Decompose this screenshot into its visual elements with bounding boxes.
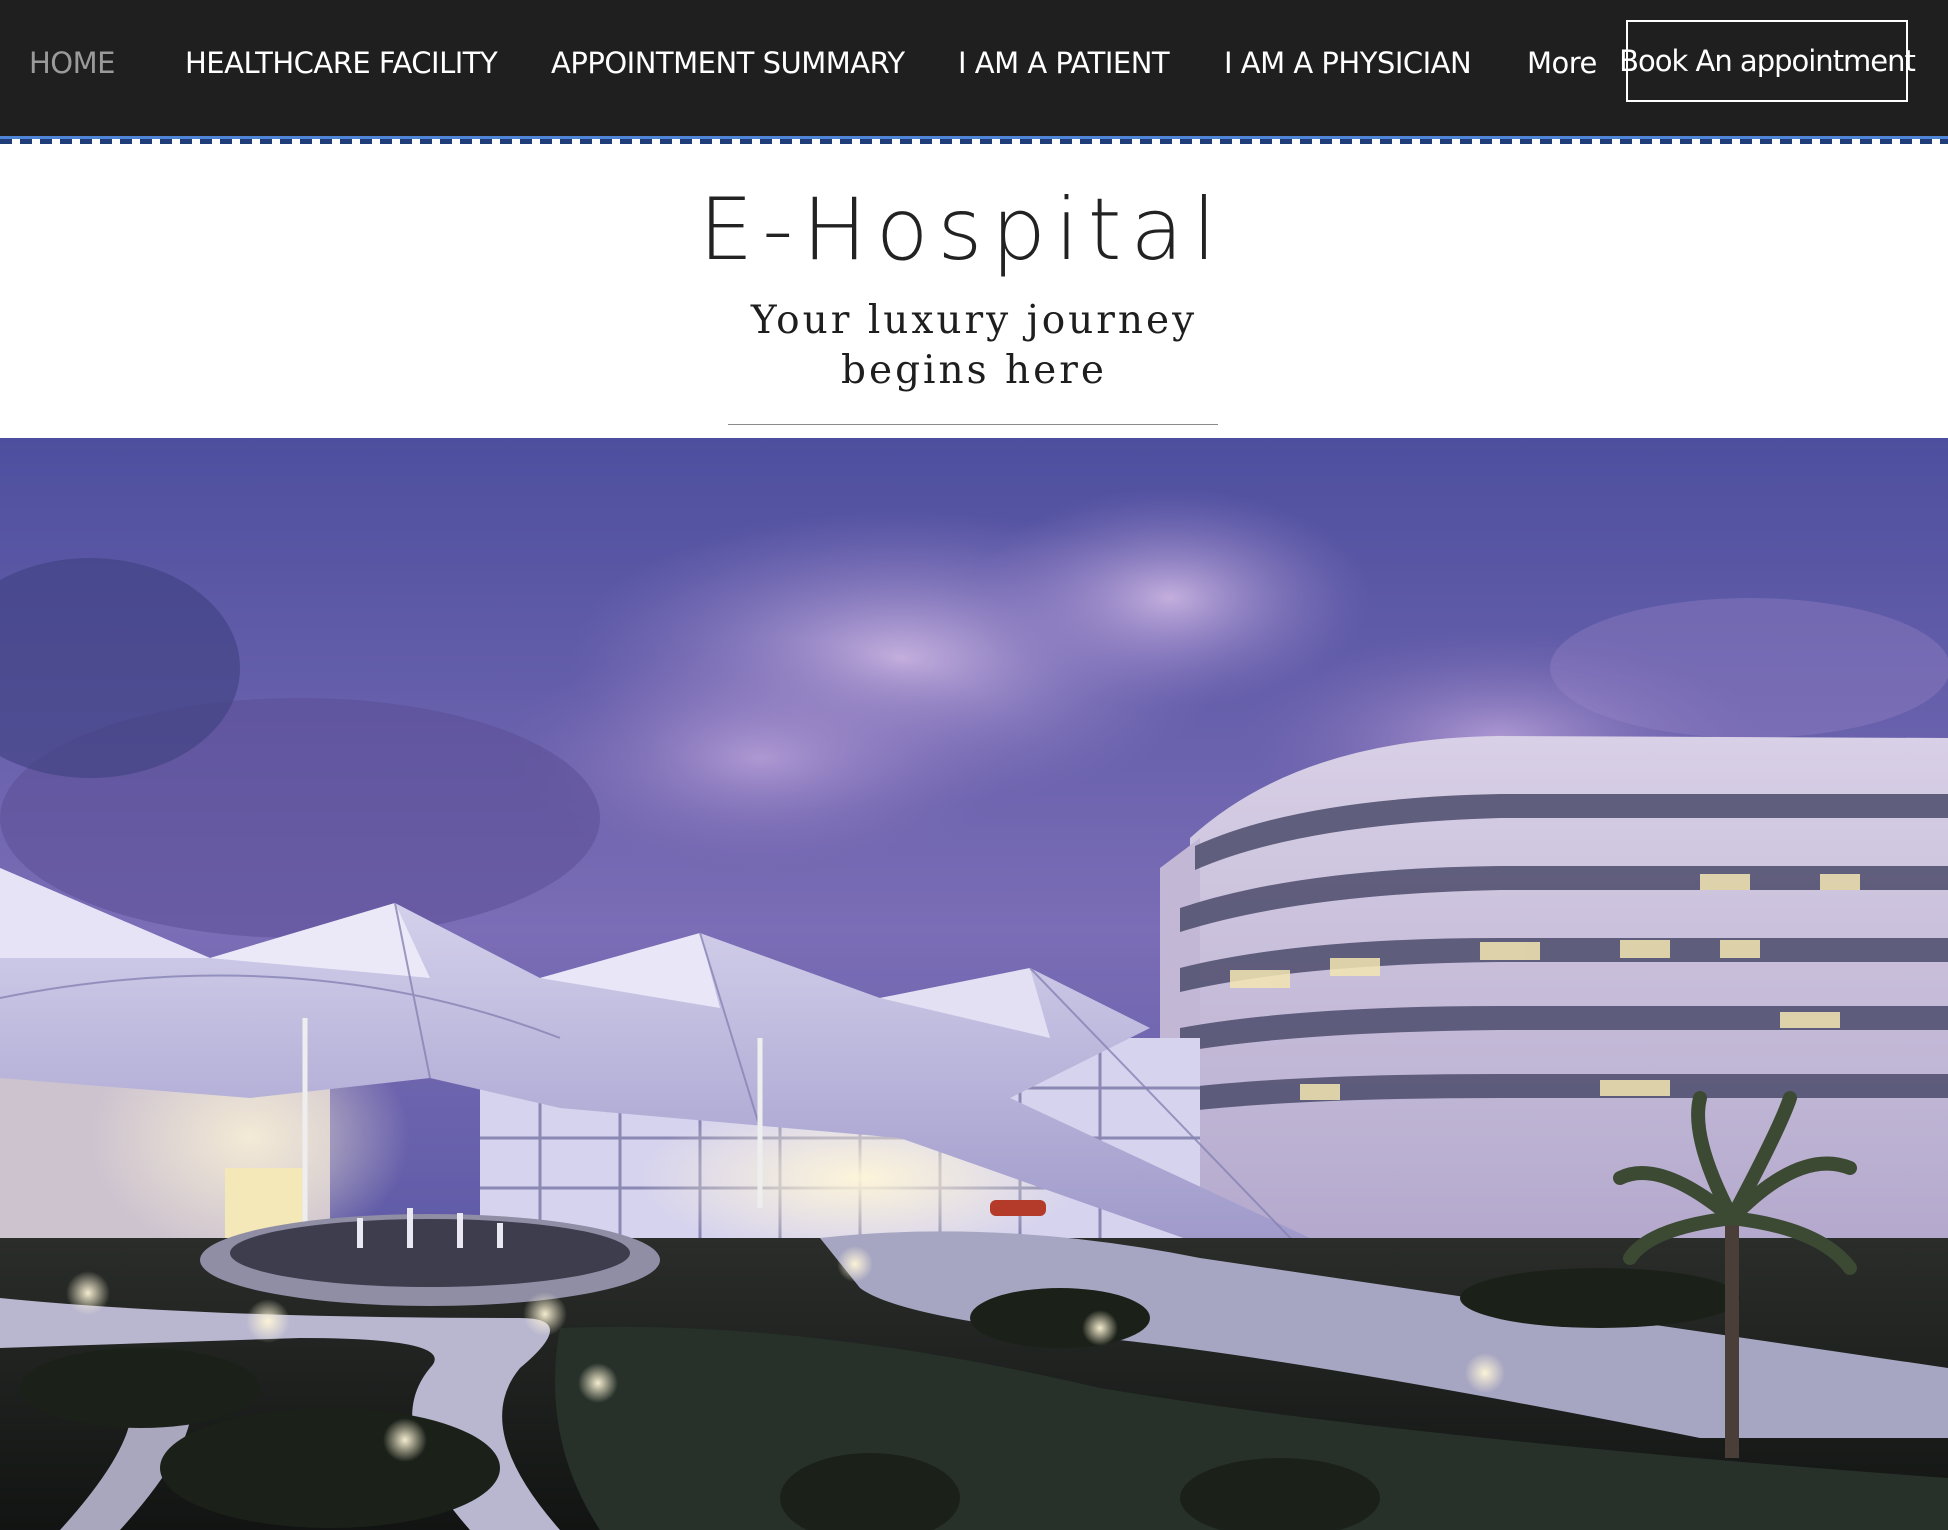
site-tagline: Your luxury journey begins here [724, 296, 1224, 396]
nav-item-appointment-summary[interactable]: APPOINTMENT SUMMARY [551, 0, 905, 126]
tagline-line-2: begins here [841, 348, 1107, 393]
book-appointment-button[interactable]: Book An appointment [1619, 20, 1916, 102]
nav-item-home[interactable]: HOME [29, 0, 115, 126]
hero-hospital-image [0, 438, 1948, 1530]
header-divider [728, 424, 1218, 425]
nav-item-patient[interactable]: I AM A PATIENT [958, 0, 1170, 126]
nav-item-physician[interactable]: I AM A PHYSICIAN [1224, 0, 1472, 126]
nav-item-healthcare-facility[interactable]: HEALTHCARE FACILITY [185, 0, 498, 126]
tagline-line-1: Your luxury journey [750, 298, 1198, 343]
top-navigation-bar: HOME HEALTHCARE FACILITY APPOINTMENT SUM… [0, 0, 1948, 136]
nav-divider-stripe [0, 136, 1948, 144]
nav-item-more[interactable]: More [1527, 0, 1597, 126]
site-title: E-Hospital [698, 180, 1226, 280]
